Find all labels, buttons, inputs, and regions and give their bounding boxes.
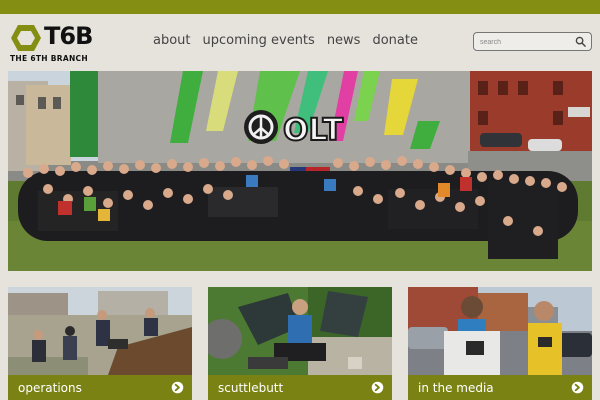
logo-wordmark: T6B <box>44 22 93 50</box>
search-box <box>473 32 592 51</box>
operations-photo <box>8 287 192 375</box>
feature-cards: operations scuttlebutt in the media <box>0 287 600 400</box>
card-operations[interactable]: operations <box>8 287 192 400</box>
card-bar-operations: operations <box>8 375 192 400</box>
site-logo[interactable]: T6B THE 6TH BRANCH <box>10 22 93 63</box>
hero-group-photo: OLT <box>8 71 592 271</box>
arrow-right-circle-icon[interactable] <box>371 381 384 394</box>
scuttlebutt-photo <box>208 287 392 375</box>
card-in-the-media[interactable]: in the media <box>408 287 592 400</box>
nav-news[interactable]: news <box>327 33 361 48</box>
in-the-media-photo <box>408 287 592 375</box>
search-input[interactable] <box>480 36 572 48</box>
card-bar-scuttlebutt: scuttlebutt <box>208 375 392 400</box>
card-bar-in-the-media: in the media <box>408 375 592 400</box>
hero-photo-illustration: OLT <box>8 71 592 271</box>
main-nav: about upcoming events news donate <box>153 33 418 48</box>
card-label-operations: operations <box>18 381 82 395</box>
nav-about[interactable]: about <box>153 33 191 48</box>
nav-donate[interactable]: donate <box>372 33 418 48</box>
search-icon[interactable] <box>575 36 586 47</box>
card-label-scuttlebutt: scuttlebutt <box>218 381 284 395</box>
card-scuttlebutt[interactable]: scuttlebutt <box>208 287 392 400</box>
mural-text: OLT <box>283 113 344 148</box>
card-label-in-the-media: in the media <box>418 381 494 395</box>
arrow-right-circle-icon[interactable] <box>571 381 584 394</box>
logo-tagline: THE 6TH BRANCH <box>10 54 88 63</box>
nav-upcoming-events[interactable]: upcoming events <box>203 33 315 48</box>
top-accent-bar <box>0 0 600 14</box>
arrow-right-circle-icon[interactable] <box>171 381 184 394</box>
hexagon-logo-icon <box>11 25 41 51</box>
